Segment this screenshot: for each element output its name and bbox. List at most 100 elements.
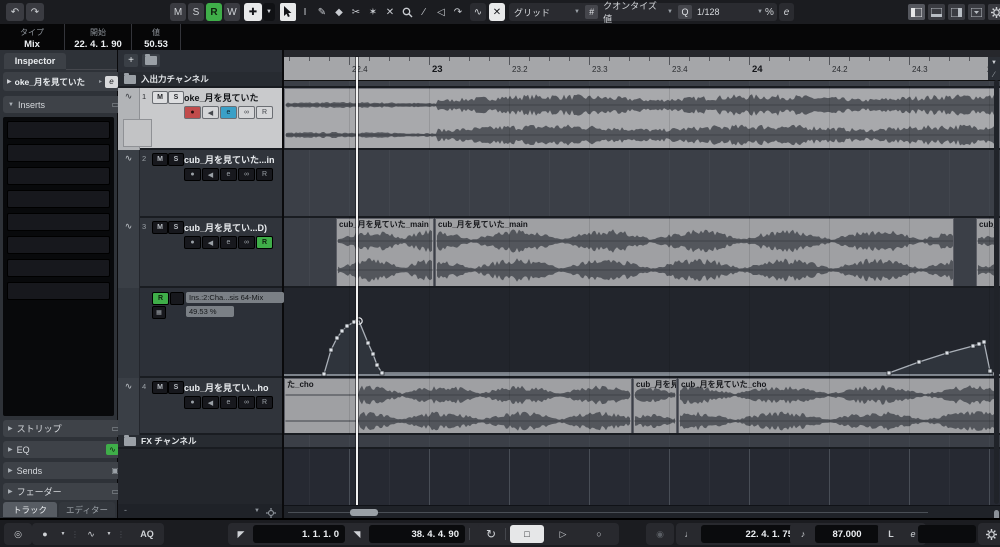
audio-quantize-button[interactable]: AQ [137,526,157,542]
inspector-section-strip[interactable]: ▶ ストリップ ▭ [3,420,124,437]
track-folder-io[interactable]: 入出力チャンネル [118,72,282,88]
freeze-button[interactable]: ∞ [238,168,255,181]
right-locator-icon[interactable]: ◥ [347,526,367,542]
monitor-button[interactable]: ◀ [202,168,219,181]
automation-point[interactable] [970,343,976,349]
track-name[interactable]: cub_月を見ていた...in [184,153,275,166]
automation-point[interactable] [886,370,892,376]
mute-all-button[interactable]: M [170,3,186,21]
track-name[interactable]: cub_月を見てい...D) [184,221,267,234]
automation-point[interactable] [370,351,376,357]
inspector-section-inserts[interactable]: ▼ Inserts ▭ [3,96,124,113]
automation-grid-button[interactable]: ▦ [152,306,166,319]
iterative-quantize-icon[interactable]: % [762,3,777,21]
vertical-scrollbar[interactable] [994,80,999,518]
tempo-value[interactable]: 87.000 [815,525,879,543]
t4-event-2[interactable]: cub_月を見て [633,378,677,435]
play-button[interactable]: ▷ [546,526,580,542]
glue-tool[interactable]: ✶ [365,3,381,21]
automation-point[interactable] [379,370,385,376]
record-enable-button[interactable]: ● [184,106,201,119]
record-mode-icon[interactable]: ● [35,526,55,542]
lower-zone-toggle[interactable] [928,4,945,20]
keyboard-input-button[interactable]: L [881,526,901,542]
read-automation-button[interactable]: R [256,106,273,119]
automation-point[interactable] [334,335,340,341]
info-value[interactable]: 22. 4. 1. 90 [65,39,131,50]
track-solo-button[interactable]: S [168,381,184,394]
left-zone-toggle[interactable] [908,4,925,20]
left-locator-icon[interactable]: ◤ [231,526,251,542]
edit-channel-button[interactable]: e [220,168,237,181]
t4-event-1[interactable]: た_cho [284,378,632,435]
automation-mute-button[interactable] [170,292,184,305]
zoom-tool[interactable] [399,3,415,21]
track-row-3[interactable]: ∿ 3 M S cub_月を見てい...D) ● ◀ e ∞ R [118,218,282,289]
right-locator-value[interactable]: 38. 4. 4. 90 [369,525,465,543]
track-visibility-button[interactable] [142,54,160,67]
automation-point[interactable] [339,328,345,334]
inspector-section-fader[interactable]: ▶ フェーダー ▭ [3,483,124,500]
automation-point[interactable] [981,339,987,345]
primary-time-display[interactable]: 22. 4. 1. 75 [701,525,799,543]
track-name[interactable]: cub_月を見てい...ho [184,381,269,394]
write-all-button[interactable]: W [224,3,240,21]
insert-slot[interactable] [7,213,110,231]
autoscroll-button[interactable]: ✚ [244,3,262,21]
insert-slot[interactable] [7,282,110,300]
insert-slot[interactable] [7,259,110,277]
chevron-down-icon[interactable]: ▼ [57,526,69,542]
track-row-2[interactable]: ∿ 2 M S cub_月を見ていた...in ● ◀ e ∞ R [118,150,282,219]
undo-icon[interactable]: ↶ [6,3,24,21]
inspector-track-title-bar[interactable]: ▶ oke_月を見ていた ▸ e [3,72,122,91]
automation-lane[interactable] [284,288,1000,378]
freeze-button[interactable]: ∞ [238,396,255,409]
inspector-section-sends[interactable]: ▶ Sends ▣ [3,462,124,479]
eraser-tool[interactable]: ◆ [331,3,347,21]
track-row-4[interactable]: ∿ 4 M S cub_月を見てい...ho ● ◀ e ∞ R [118,378,282,436]
automation-point[interactable] [916,359,922,365]
tab-track[interactable]: トラック [3,502,57,517]
open-quantize-panel-button[interactable]: e [779,3,794,21]
read-automation-button[interactable]: R [256,396,273,409]
pencil-tool[interactable]: ✎ [314,3,330,21]
edit-channel-button[interactable]: e [105,75,118,88]
timeline-ruler[interactable]: 22.42323.223.323.42424.224.324 [284,57,1000,81]
track-mute-button[interactable]: M [152,381,168,394]
cycle-button[interactable]: ↻ [481,526,501,542]
t3-event-1[interactable]: cub_月を見ていた_main [336,218,434,288]
range-selection-tool[interactable]: I [297,3,313,21]
add-track-button[interactable]: + [124,54,138,67]
tab-inspector[interactable]: Inspector [4,53,66,69]
automation-point[interactable] [328,347,334,353]
monitor-button[interactable]: ◀ [202,396,219,409]
insert-slot[interactable] [7,236,110,254]
autoscroll-dropdown[interactable]: ▼ [263,3,275,21]
horizontal-scrollbar[interactable] [284,505,1000,518]
info-value[interactable]: Mix [0,39,64,50]
track-picture-box[interactable] [123,119,152,147]
audio-record-mode-icon[interactable]: ∿ [81,526,101,542]
insert-slot[interactable] [7,121,110,139]
automation-point[interactable] [365,340,371,346]
insert-slot[interactable] [7,144,110,162]
mute-tool[interactable]: ✕ [382,3,398,21]
read-automation-button[interactable]: R [256,168,273,181]
chevron-down-icon[interactable]: ▼ [103,526,115,542]
track-mute-button[interactable]: M [152,91,168,104]
automation-lane-header[interactable]: R Ins.:2:Cha...sis 64-Mix ▦ 49.53 % [118,288,284,379]
solo-all-button[interactable]: S [188,3,204,21]
insert-slot[interactable] [7,167,110,185]
playhead-cursor[interactable] [356,57,358,517]
track-solo-button[interactable]: S [168,91,184,104]
zoom-out-tracks-button[interactable]: - [124,505,127,515]
vertical-scrollbar-handle[interactable] [994,510,999,518]
line-tool[interactable]: ∕ [416,3,432,21]
automation-value-chip[interactable]: 49.53 % [186,306,234,317]
automation-parameter-chip[interactable]: Ins.:2:Cha...sis 64-Mix [186,292,284,303]
track-scale-dropdown[interactable]: ▼ [254,508,260,514]
grid-type-dropdown[interactable]: # クオンタイズ値 ▼ [580,1,678,24]
read-all-button[interactable]: R [206,3,222,21]
freeze-button[interactable]: ∞ [238,106,255,119]
automation-point[interactable] [944,350,950,356]
